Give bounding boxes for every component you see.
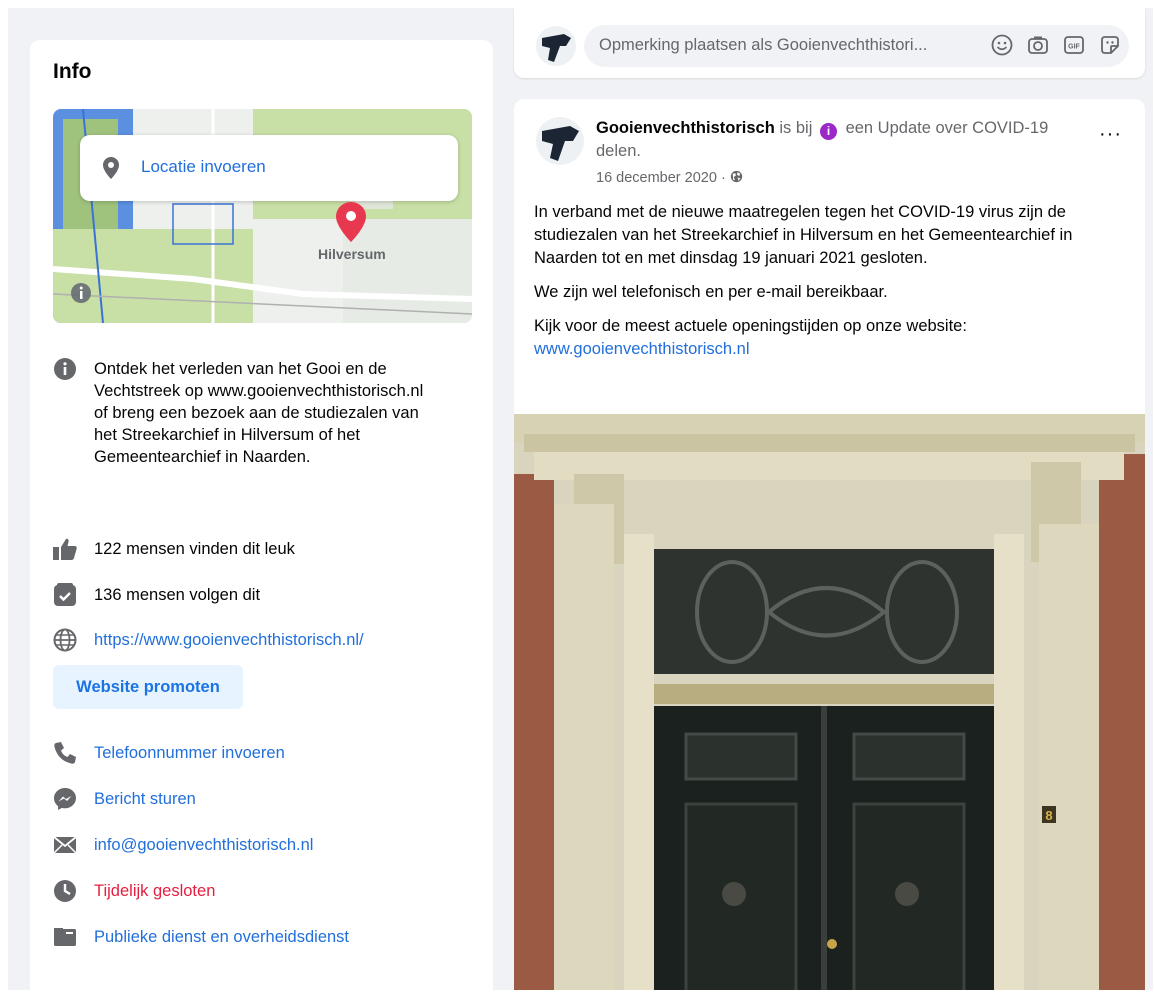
gif-icon[interactable]: GIF bbox=[1063, 34, 1087, 58]
sticker-icon[interactable] bbox=[1099, 34, 1123, 58]
post-photo[interactable]: 8 bbox=[514, 414, 1145, 990]
globe-icon bbox=[53, 628, 77, 652]
category-link[interactable]: Publieke dienst en overheidsdienst bbox=[94, 926, 349, 948]
map-preview[interactable]: Locatie invoeren Hilversum bbox=[53, 109, 472, 323]
page-description: Ontdek het verleden van het Gooi en de V… bbox=[94, 360, 424, 466]
post-date[interactable]: 16 december 2020 · bbox=[596, 170, 730, 186]
thumbs-up-icon bbox=[53, 537, 77, 561]
globe-privacy-icon bbox=[730, 170, 743, 186]
category-tag-icon bbox=[53, 925, 77, 949]
page-description-row: Ontdek het verleden van het Gooi en de V… bbox=[53, 357, 473, 497]
comment-input[interactable]: Opmerking plaatsen als Gooienvechthistor… bbox=[584, 25, 1129, 67]
follow-check-icon bbox=[53, 583, 77, 607]
info-icon bbox=[53, 357, 77, 381]
phone-icon bbox=[53, 741, 77, 765]
post-paragraph-3: Kijk voor de meest actuele openingstijde… bbox=[534, 317, 967, 335]
promote-website-button[interactable]: Website promoten bbox=[53, 665, 243, 709]
camera-icon[interactable] bbox=[1027, 34, 1051, 58]
email-link[interactable]: info@gooienvechthistorisch.nl bbox=[94, 834, 313, 856]
post-more-options-icon[interactable]: ··· bbox=[1099, 123, 1122, 146]
likes-count: 122 mensen vinden dit leuk bbox=[94, 540, 295, 558]
comment-composer-card: Opmerking plaatsen als Gooienvechthistor… bbox=[514, 8, 1145, 78]
page-avatar-small[interactable] bbox=[536, 26, 576, 71]
clock-icon bbox=[53, 879, 77, 903]
comment-placeholder: Opmerking plaatsen als Gooienvechthistor… bbox=[599, 36, 928, 54]
post-action-prefix: is bij bbox=[774, 119, 817, 137]
info-title: Info bbox=[53, 60, 92, 83]
phone-link[interactable]: Telefoonnummer invoeren bbox=[94, 742, 285, 764]
page-avatar[interactable] bbox=[536, 117, 584, 170]
info-card: Info Locatie invoeren Hilversum Ontdek h… bbox=[30, 40, 493, 990]
emoji-icon[interactable] bbox=[991, 34, 1015, 58]
follows-count: 136 mensen volgen dit bbox=[94, 586, 261, 604]
post-paragraph-2: We zijn wel telefonisch en per e-mail be… bbox=[534, 283, 888, 301]
post-paragraph-1: In verband met de nieuwe maatregelen teg… bbox=[534, 203, 1073, 267]
post-body: In verband met de nieuwe maatregelen teg… bbox=[534, 201, 1132, 361]
temporarily-closed-status: Tijdelijk gesloten bbox=[94, 882, 216, 900]
svg-text:GIF: GIF bbox=[1068, 44, 1080, 51]
location-prompt-box[interactable]: Locatie invoeren bbox=[80, 135, 458, 201]
send-message-link[interactable]: Bericht sturen bbox=[94, 788, 196, 810]
post-date-row: 16 december 2020 · bbox=[596, 170, 743, 186]
page-frame: Info Locatie invoeren Hilversum Ontdek h… bbox=[8, 8, 1153, 990]
house-number: 8 bbox=[1045, 808, 1052, 823]
update-info-icon: i bbox=[819, 123, 837, 140]
post-card: Gooienvechthistorisch is bij i een Updat… bbox=[514, 99, 1145, 990]
website-link[interactable]: https://www.gooienvechthistorisch.nl/ bbox=[94, 629, 364, 651]
messenger-icon bbox=[53, 787, 77, 811]
post-website-link[interactable]: www.gooienvechthistorisch.nl bbox=[534, 340, 750, 358]
post-header: Gooienvechthistorisch is bij i een Updat… bbox=[596, 117, 1066, 163]
post-author-name[interactable]: Gooienvechthistorisch bbox=[596, 119, 775, 137]
door-photo-image: 8 bbox=[514, 414, 1145, 990]
comment-icon-bar: GIF bbox=[991, 34, 1123, 58]
map-city-label: Hilversum bbox=[318, 246, 386, 262]
envelope-icon bbox=[53, 833, 77, 857]
location-prompt-link[interactable]: Locatie invoeren bbox=[141, 157, 266, 177]
